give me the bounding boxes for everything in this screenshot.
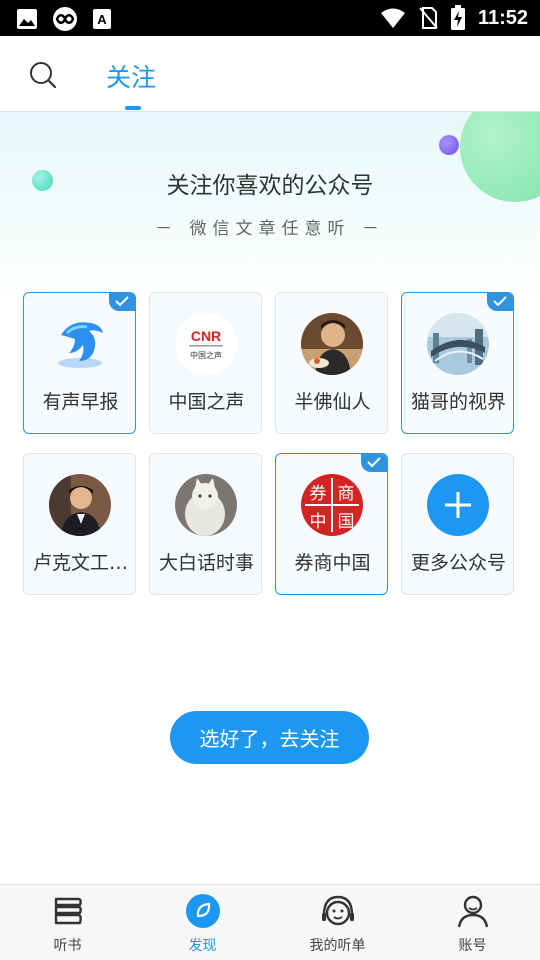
nav-item-account[interactable]: 账号 (405, 885, 540, 960)
card-label: 半佛仙人 (294, 391, 371, 413)
man-photo-avatar (49, 474, 111, 536)
city-road-photo-avatar (427, 313, 489, 375)
card-label: 大白话时事 (158, 552, 254, 574)
infinity-app-icon (53, 7, 77, 31)
tab-indicator (125, 106, 141, 110)
top-header: 关注 (0, 36, 540, 112)
check-icon (367, 457, 381, 468)
svg-text:中国之声: 中国之声 (190, 350, 222, 360)
headphones-face-icon (322, 895, 354, 926)
account-card-zhongguozhisheng[interactable]: CNR 中国之声 中国之声 (149, 292, 262, 434)
svg-text:中: 中 (310, 512, 327, 532)
cnr-logo-icon: CNR 中国之声 (175, 313, 237, 375)
selected-check-badge (487, 293, 513, 311)
quanshang-logo-icon: 券 商 中 国 (301, 474, 363, 536)
selected-check-badge (109, 293, 135, 311)
account-card-maogedeshijie[interactable]: 猫哥的视界 (401, 292, 514, 434)
nav-label: 账号 (458, 938, 487, 954)
account-card-youshengzaobao[interactable]: 有声早报 (23, 292, 136, 434)
white-cat-photo-avatar (175, 474, 237, 536)
account-card-lukewengongshe[interactable]: 卢克文工… (23, 453, 136, 595)
nav-label: 我的听单 (309, 938, 366, 954)
more-accounts-card[interactable]: 更多公众号 (401, 453, 514, 595)
account-card-dabaihuashishi[interactable]: 大白话时事 (149, 453, 262, 595)
battery-charging-icon (450, 5, 465, 30)
account-card-quanshangzhongguo[interactable]: 券 商 中 国 券商中国 (275, 453, 388, 595)
image-icon (17, 9, 37, 29)
selected-check-badge (361, 454, 387, 472)
nav-item-discover[interactable]: 发现 (135, 885, 270, 960)
hero-banner: 关注你喜欢的公众号 － 微信文章任意听 － (0, 112, 540, 302)
person-photo-avatar (301, 313, 363, 375)
card-label: 卢克文工… (32, 552, 128, 574)
card-label: 中国之声 (168, 391, 245, 413)
card-label: 券商中国 (294, 552, 371, 574)
check-icon (115, 296, 129, 307)
svg-text:A: A (97, 12, 107, 27)
card-label: 更多公众号 (410, 552, 506, 574)
hero-title: 关注你喜欢的公众号 (166, 173, 374, 199)
nav-item-books[interactable]: 听书 (0, 885, 135, 960)
nav-item-my-playlist[interactable]: 我的听单 (270, 885, 405, 960)
search-button[interactable] (28, 60, 58, 90)
compass-icon (186, 894, 220, 928)
hero-subtitle: － 微信文章任意听 － (155, 219, 385, 239)
user-icon (457, 895, 489, 928)
nav-label: 发现 (188, 938, 217, 954)
status-right-icons: 11:52 (380, 5, 528, 31)
svg-text:券: 券 (310, 484, 327, 504)
no-sim-icon (419, 7, 438, 29)
status-left-icons: A (16, 6, 112, 32)
account-card-banfoxianren[interactable]: 半佛仙人 (275, 292, 388, 434)
font-app-icon: A (93, 9, 111, 29)
books-icon (54, 897, 82, 925)
svg-text:CNR: CNR (191, 328, 221, 344)
bottom-navigation: 听书 发现 我的听单 账号 (0, 884, 540, 960)
svg-text:商: 商 (338, 484, 355, 504)
dolphin-logo-icon (49, 313, 111, 375)
card-label: 猫哥的视界 (410, 391, 506, 413)
confirm-follow-button[interactable]: 选好了，去关注 (170, 711, 369, 764)
svg-text:国: 国 (338, 512, 355, 532)
tab-follow[interactable]: 关注 (106, 58, 156, 94)
check-icon (493, 296, 507, 307)
wifi-icon (380, 8, 405, 28)
nav-label: 听书 (53, 938, 82, 954)
decorative-purple-dot (439, 135, 459, 155)
plus-icon (427, 474, 489, 536)
card-label: 有声早报 (42, 391, 119, 413)
status-bar: A 11:52 (0, 0, 540, 36)
status-time: 11:52 (477, 6, 528, 29)
search-icon (30, 62, 57, 89)
